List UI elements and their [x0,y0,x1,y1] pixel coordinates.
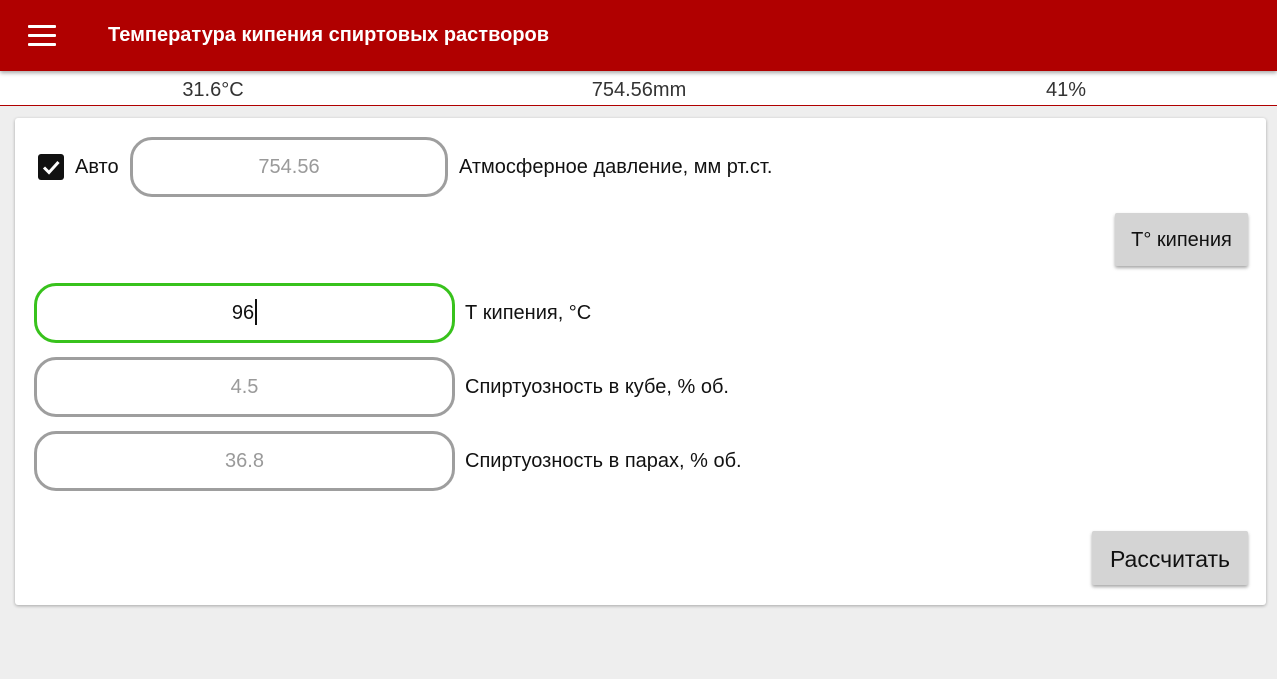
boiling-temp-input[interactable]: 96 [34,283,455,343]
vapor-strength-placeholder: 36.8 [225,450,264,472]
boiling-temp-button[interactable]: T° кипения [1115,213,1248,266]
boiling-temp-value: 96 [231,302,255,324]
app-title: Температура кипения спиртовых растворов [108,24,550,46]
vapor-strength-input[interactable]: 36.8 [34,431,455,491]
text-caret [255,298,258,325]
vapor-strength-label: Спиртуозность в парах, % об. [465,450,742,472]
pressure-reading: 754.56mm [591,79,687,101]
app-bar: Температура кипения спиртовых растворов [0,0,1277,71]
boiling-temp-label: Т кипения, °С [465,302,592,324]
calculate-button[interactable]: Рассчитать [1092,531,1248,585]
hamburger-menu-icon[interactable] [14,12,70,60]
pressure-label: Атмосферное давление, мм рт.ст. [459,156,773,178]
cube-strength-input[interactable]: 4.5 [34,357,455,417]
calculator-card: Авто 754.56 Атмосферное давление, мм рт.… [15,118,1266,605]
checkmark-icon [42,160,60,175]
cube-strength-label: Спиртуозность в кубе, % об. [465,376,729,398]
cube-strength-placeholder: 4.5 [230,376,259,398]
auto-checkbox-label: Авто [75,156,119,178]
sensor-status-bar: 31.6°C 754.56mm 41% [0,71,1277,106]
temperature-reading: 31.6°C [182,79,244,101]
pressure-input[interactable]: 754.56 [130,137,448,197]
auto-checkbox[interactable] [38,154,64,180]
pressure-input-placeholder: 754.56 [258,156,320,178]
humidity-reading: 41% [1045,79,1087,101]
